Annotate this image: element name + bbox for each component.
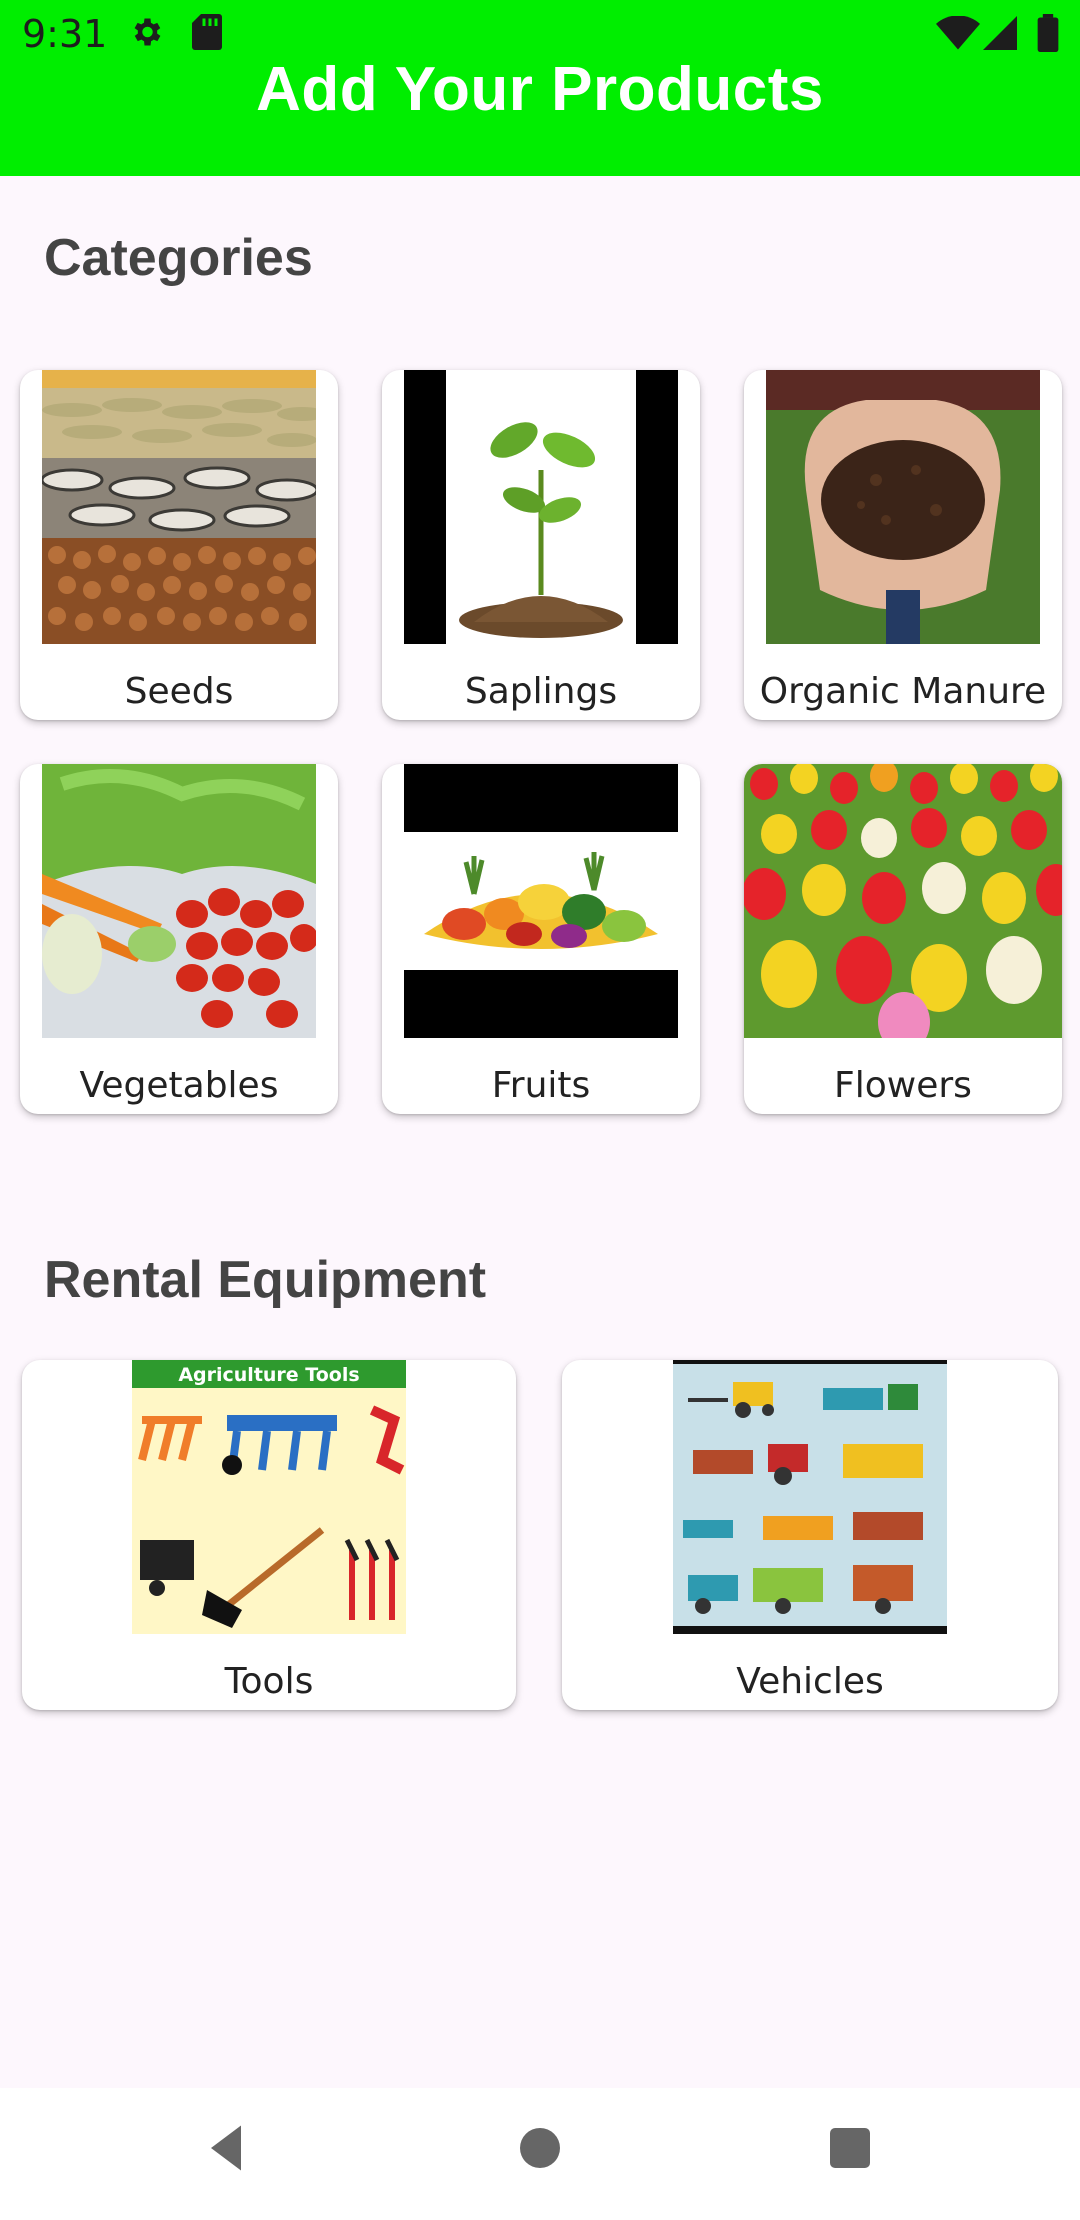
rental-card-tools[interactable]: Agriculture Tools Tools — [22, 1360, 516, 1710]
fruits-image — [404, 764, 678, 1038]
rental-label: Vehicles — [736, 1661, 884, 1702]
rental-heading: Rental Equipment — [44, 1251, 487, 1309]
category-label: Flowers — [834, 1065, 972, 1106]
app-bar: 9:31 Add Your Products — [0, 0, 1080, 176]
sd-card-icon — [192, 14, 222, 50]
category-label: Organic Manure — [759, 671, 1047, 712]
settings-gear-icon — [134, 18, 161, 46]
battery-icon — [1037, 14, 1059, 52]
categories-heading: Categories — [44, 229, 313, 287]
tools-image: Agriculture Tools — [132, 1360, 406, 1634]
page-title: Add Your Products — [256, 55, 824, 124]
manure-image — [766, 370, 1040, 644]
wifi-icon — [936, 16, 980, 50]
system-navigation-bar — [0, 2088, 1080, 2220]
status-time: 9:31 — [22, 12, 108, 56]
category-label: Saplings — [464, 671, 618, 712]
category-card-saplings[interactable]: Saplings — [382, 370, 700, 720]
seeds-image — [42, 370, 316, 644]
flowers-image — [744, 764, 1062, 1038]
category-label: Seeds — [124, 671, 234, 712]
category-card-seeds[interactable]: Seeds — [20, 370, 338, 720]
vehicles-image — [673, 1360, 947, 1634]
vegetables-image — [42, 764, 316, 1038]
signal-icon — [983, 16, 1017, 50]
back-icon[interactable] — [196, 2118, 256, 2178]
tools-banner-text: Agriculture Tools — [178, 1364, 359, 1386]
rental-label: Tools — [224, 1661, 314, 1702]
recents-icon[interactable] — [820, 2118, 880, 2178]
category-card-fruits[interactable]: Fruits — [382, 764, 700, 1114]
category-label: Fruits — [491, 1065, 591, 1106]
sapling-image — [404, 370, 678, 644]
category-label: Vegetables — [79, 1065, 279, 1106]
category-card-flowers[interactable]: Flowers — [744, 764, 1062, 1114]
rental-card-vehicles[interactable]: Vehicles — [562, 1360, 1058, 1710]
home-icon[interactable] — [510, 2118, 570, 2178]
category-card-vegetables[interactable]: Vegetables — [20, 764, 338, 1114]
category-card-organic-manure[interactable]: Organic Manure — [744, 370, 1062, 720]
